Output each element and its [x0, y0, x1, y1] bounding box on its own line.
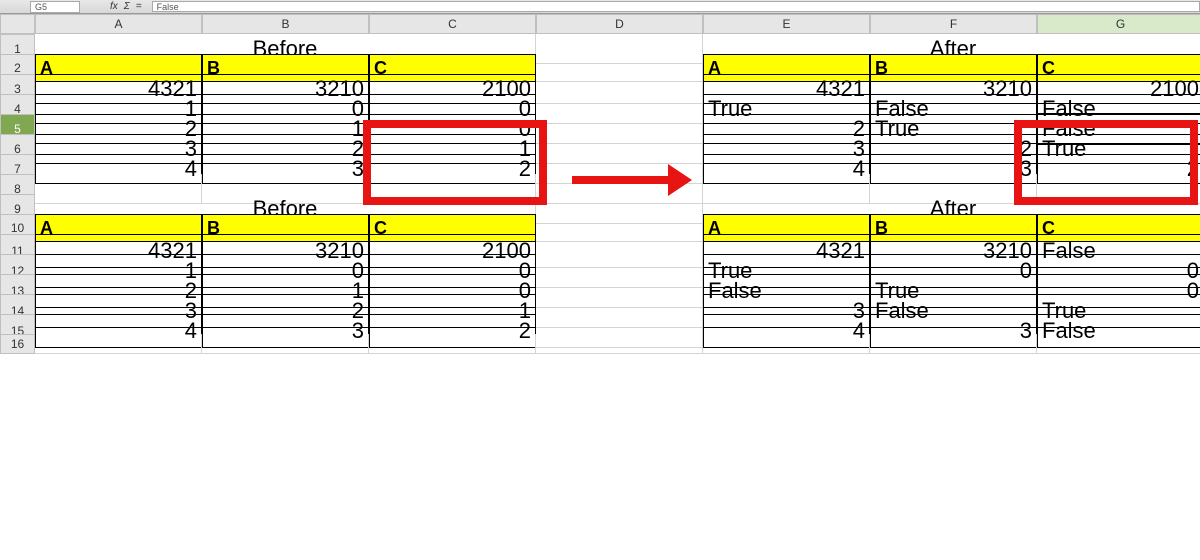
name-box[interactable]: G5 [30, 1, 80, 13]
select-all-corner[interactable] [0, 14, 35, 34]
equals-icon[interactable]: = [136, 1, 142, 12]
col-header-g[interactable]: G [1037, 14, 1200, 34]
spreadsheet-grid[interactable]: A B C D E F G 1 Before After 2 A B C A B… [0, 14, 1200, 354]
cell-g16[interactable] [1037, 334, 1200, 354]
formula-bar[interactable]: False [152, 1, 1200, 12]
col-header-e[interactable]: E [703, 14, 870, 34]
col-header-b[interactable]: B [202, 14, 369, 34]
col-header-f[interactable]: F [870, 14, 1037, 34]
row-header-16[interactable]: 16 [0, 334, 35, 354]
cell-b16[interactable] [202, 334, 369, 354]
toolbar: G5 fx Σ = False [0, 0, 1200, 14]
cell-e16[interactable] [703, 334, 870, 354]
col-header-c[interactable]: C [369, 14, 536, 34]
cell-a16[interactable] [35, 334, 202, 354]
fx-icon[interactable]: fx [110, 1, 118, 12]
sigma-icon[interactable]: Σ [124, 1, 130, 12]
formula-icons: fx Σ = [110, 1, 142, 12]
col-header-a[interactable]: A [35, 14, 202, 34]
col-header-d[interactable]: D [536, 14, 703, 34]
cell-c16[interactable] [369, 334, 536, 354]
cell-d16[interactable] [536, 334, 703, 354]
cell-f16[interactable] [870, 334, 1037, 354]
